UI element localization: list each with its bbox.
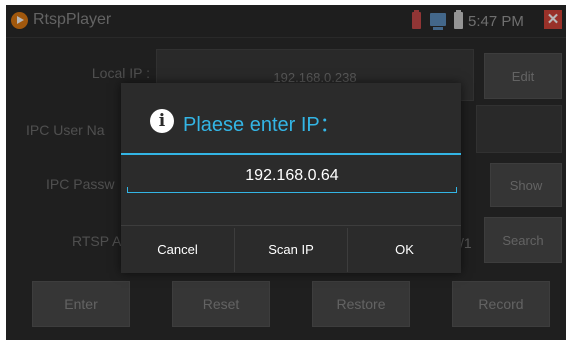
dialog-title: Plaese enter IP： xyxy=(183,114,340,136)
ip-input[interactable]: 192.168.0.64 xyxy=(128,160,456,192)
dialog-button-row: Cancel Scan IP OK xyxy=(121,225,461,274)
scan-ip-button[interactable]: Scan IP xyxy=(235,226,347,274)
info-icon: i xyxy=(150,109,174,133)
dialog-header: i Plaese enter IP： xyxy=(121,83,461,147)
dialog-divider xyxy=(121,153,461,155)
ip-input-underline xyxy=(127,187,457,193)
cancel-button[interactable]: Cancel xyxy=(121,226,234,274)
screen: RtspPlayer 5:47 PM ✕ Local IP : 192.168.… xyxy=(6,5,566,340)
enter-ip-dialog: i Plaese enter IP： 192.168.0.64 Cancel S… xyxy=(121,83,461,273)
ok-button[interactable]: OK xyxy=(348,226,461,274)
